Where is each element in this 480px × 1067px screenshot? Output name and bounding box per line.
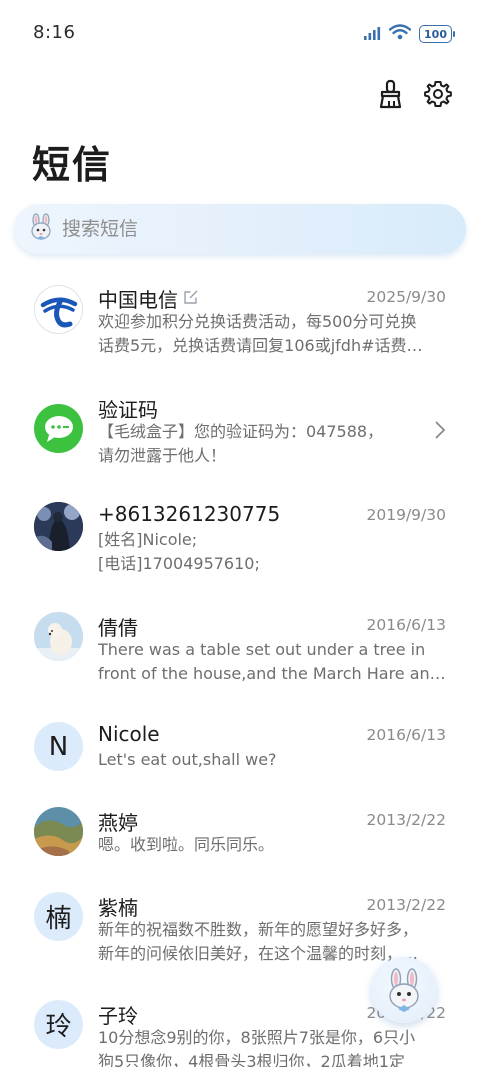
contact-name: 中国电信 (98, 288, 178, 312)
status-bar: 8:16 100 (0, 0, 480, 66)
message-preview: 【毛绒盒子】您的验证码为：047588， 请勿泄露于他人！ (98, 422, 384, 465)
contact-name: 子玲 (98, 1004, 138, 1028)
bunny-icon (389, 968, 419, 1012)
conversation-row[interactable]: 倩倩 2016/6/13 There was a table set out u… (0, 612, 480, 712)
message-bubble-icon (34, 404, 83, 453)
edit-icon (183, 289, 199, 309)
message-date: 2013/2/22 (366, 811, 446, 829)
message-preview: 欢迎参加积分兑换话费活动，每500分可兑换 话费5元，兑换话费请回复106或jf… (98, 312, 423, 355)
brush-icon (379, 79, 402, 109)
wifi-icon (388, 24, 412, 44)
bunny-icon (28, 213, 54, 245)
message-preview: Let's eat out,shall we? (98, 750, 277, 769)
conversation-row[interactable]: 中国电信 2025/9/30 欢迎参加积分兑换话费活动，每500分可兑换 话费5… (0, 282, 480, 382)
gear-icon (424, 81, 452, 107)
message-preview: There was a table set out under a tree i… (98, 640, 446, 683)
conversation-row[interactable]: 验证码 【毛绒盒子】您的验证码为：047588， 请勿泄露于他人！ (0, 392, 480, 492)
contact-name: Nicole (98, 722, 160, 746)
message-date: 2025/9/30 (366, 288, 446, 306)
contact-photo (34, 502, 83, 551)
clean-button[interactable] (376, 78, 408, 110)
status-icons: 100 (363, 24, 455, 44)
page-title: 短信 (32, 143, 113, 187)
floating-bunny-button[interactable] (371, 957, 437, 1023)
message-date: 2016/6/13 (366, 726, 446, 744)
avatar: 玲 (34, 1000, 83, 1049)
message-date: 2016/6/13 (366, 616, 446, 634)
settings-button[interactable] (422, 78, 454, 110)
contact-name: +8613261230775 (98, 502, 281, 526)
message-preview: 嗯。收到啦。同乐同乐。 (98, 835, 275, 854)
search-bar[interactable] (14, 204, 466, 254)
message-date: 2019/9/30 (366, 506, 446, 524)
message-date: 2013/2/22 (366, 896, 446, 914)
battery-indicator: 100 (419, 25, 455, 43)
avatar: 楠 (34, 892, 83, 941)
message-preview: 10分想念9别的你，8张照片7张是你，6只小 狗5只像你，4根骨头3根归你，2瓜… (98, 1028, 416, 1067)
signal-icon (363, 25, 381, 44)
contact-name: 紫楠 (98, 896, 138, 920)
contact-name: 倩倩 (98, 616, 138, 640)
search-input[interactable] (62, 218, 422, 240)
chevron-right-icon[interactable] (434, 420, 446, 444)
polar-bear-photo (34, 612, 83, 661)
message-preview: [姓名]Nicole; [电话]17004957610; (98, 530, 260, 573)
contact-name: 燕婷 (98, 811, 138, 835)
landscape-photo (34, 807, 83, 856)
status-time: 8:16 (33, 22, 76, 43)
avatar: N (34, 722, 83, 771)
top-actions (376, 78, 454, 110)
contact-name: 验证码 (98, 398, 158, 422)
conversation-row[interactable]: +8613261230775 2019/9/30 [姓名]Nicole; [电话… (0, 502, 480, 602)
china-telecom-logo (34, 285, 83, 334)
